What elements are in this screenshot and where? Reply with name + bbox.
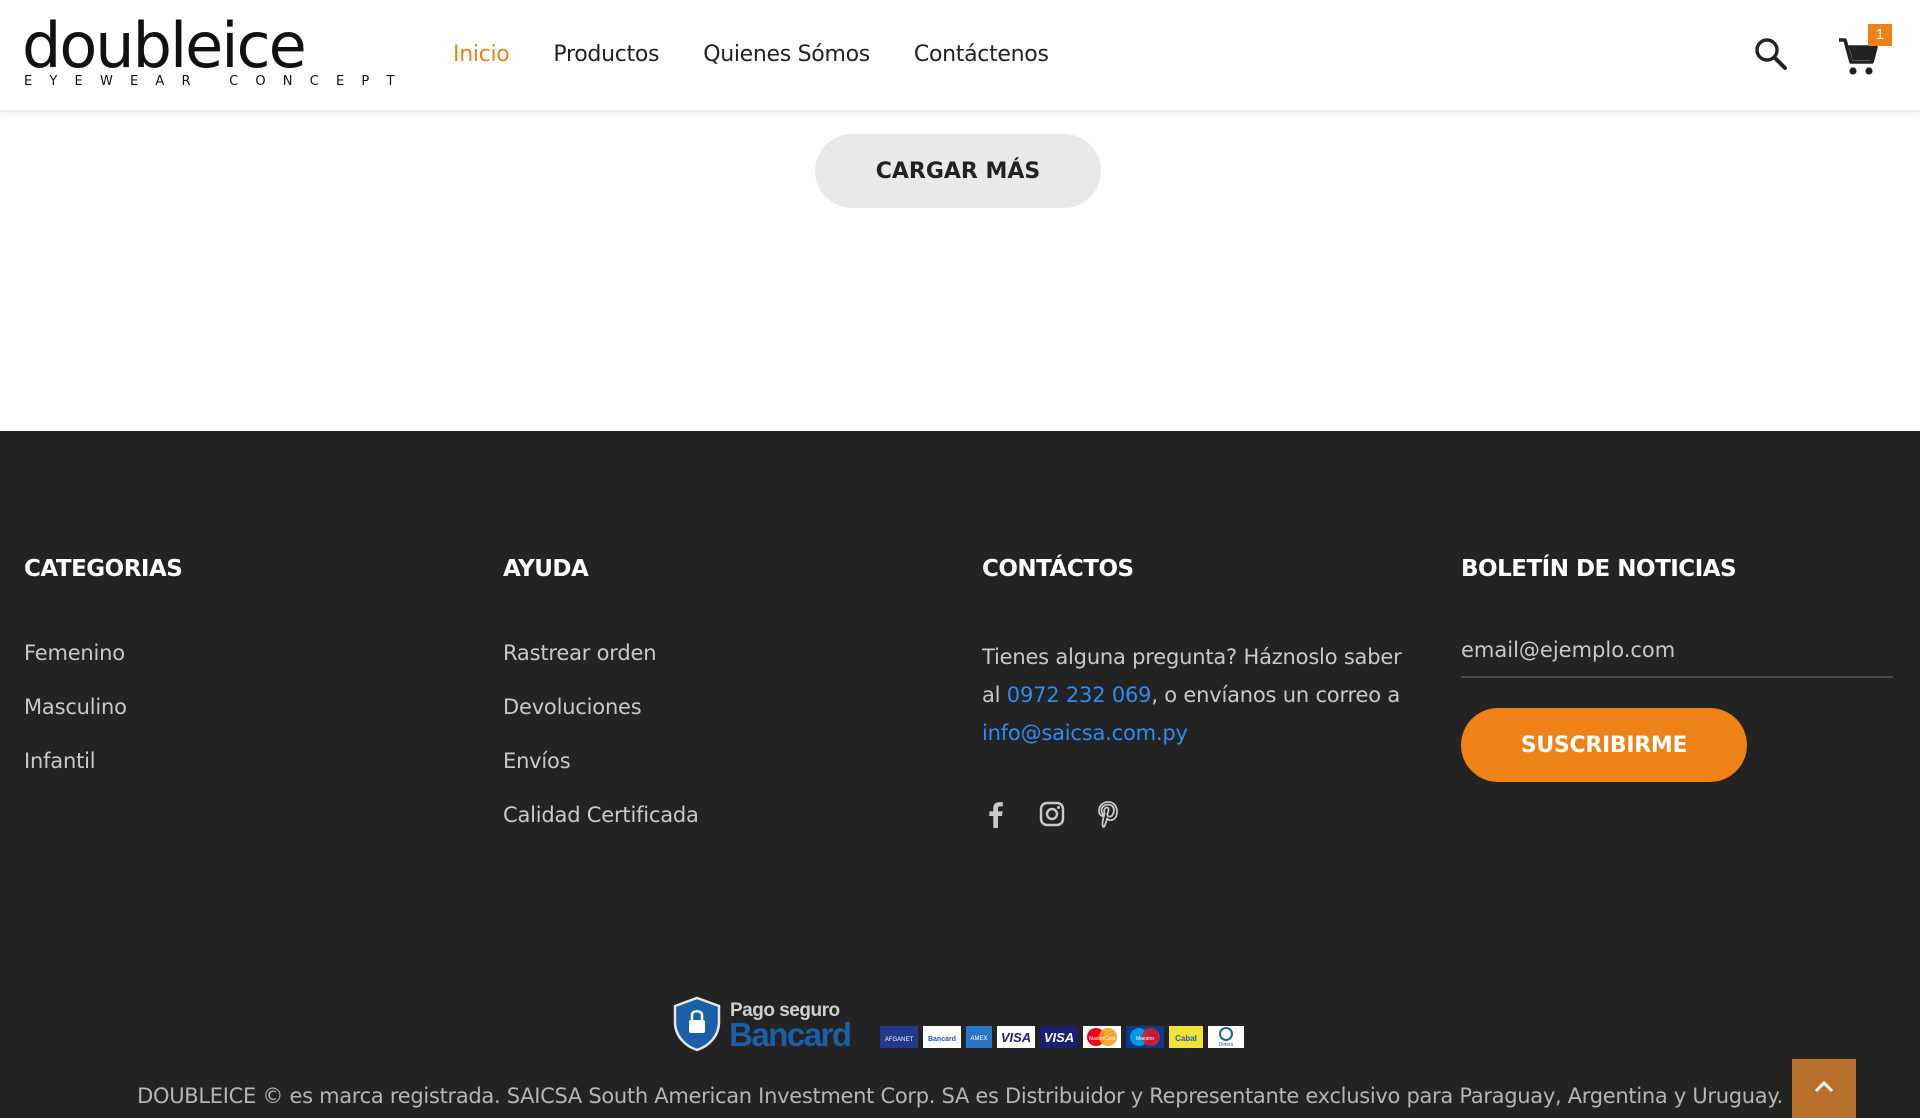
footer-categories-title: CATEGORIAS	[24, 556, 183, 582]
nav-item-inicio[interactable]: Inicio	[453, 40, 510, 70]
svg-text:AFGANET: AFGANET	[885, 1037, 914, 1043]
site-footer: CATEGORIAS Femenino Masculino Infantil A…	[0, 431, 1920, 1118]
footer-link-devoluciones[interactable]: Devoluciones	[503, 692, 699, 722]
facebook-icon[interactable]	[982, 800, 1010, 828]
categories-list: Femenino Masculino Infantil	[24, 638, 182, 776]
footer-link-masculino[interactable]: Masculino	[24, 692, 182, 722]
logo-wordmark: doubleice	[22, 9, 307, 82]
pinterest-icon[interactable]	[1094, 800, 1122, 828]
logo-tagline: EYEWEAR CONCEPT	[24, 74, 412, 89]
footer-help: AYUDA Rastrear orden Devoluciones Envíos…	[503, 554, 699, 854]
svg-text:VISA: VISA	[1001, 1030, 1031, 1045]
footer-categories: CATEGORIAS Femenino Masculino Infantil	[24, 554, 183, 800]
contact-email-link[interactable]: info@saicsa.com.py	[982, 721, 1188, 745]
svg-text:AMEX: AMEX	[970, 1036, 987, 1042]
contact-text: Tienes alguna pregunta? Háznoslo saber a…	[982, 638, 1422, 752]
load-more-button[interactable]: CARGAR MÁS	[815, 134, 1101, 208]
footer-link-femenino[interactable]: Femenino	[24, 638, 182, 668]
chevron-up-icon	[1814, 1080, 1834, 1093]
newsletter-email-input[interactable]	[1461, 634, 1893, 678]
instagram-icon[interactable]	[1038, 800, 1066, 828]
shield-lock-icon	[673, 996, 721, 1052]
subscribe-button[interactable]: SUSCRIBIRME	[1461, 708, 1747, 782]
search-icon[interactable]	[1753, 36, 1789, 72]
svg-text:Maestro: Maestro	[1136, 1036, 1154, 1042]
secure-payment-badges: Pago seguro Bancard AFGANET Bancard AMEX…	[673, 996, 1247, 1053]
footer-link-calidad-certificada[interactable]: Calidad Certificada	[503, 800, 699, 830]
payment-brand-label: Bancard	[729, 1016, 851, 1052]
svg-text:Bancard: Bancard	[928, 1036, 956, 1043]
svg-text:MasterCard: MasterCard	[1089, 1036, 1115, 1042]
svg-text:VISA: VISA	[1044, 1030, 1074, 1045]
contact-phone-link[interactable]: 0972 232 069	[1007, 683, 1152, 707]
nav-item-quienes-somos[interactable]: Quienes Sómos	[703, 40, 870, 70]
brand-logo[interactable]: doubleice EYEWEAR CONCEPT	[22, 9, 412, 90]
footer-newsletter-title: BOLETÍN DE NOTICIAS	[1461, 556, 1737, 582]
scroll-to-top-button[interactable]	[1792, 1059, 1856, 1118]
footer-newsletter: BOLETÍN DE NOTICIAS SUSCRIBIRME	[1461, 554, 1893, 782]
footer-link-infantil[interactable]: Infantil	[24, 746, 182, 776]
copyright-text: DOUBLEICE © es marca registrada. SAICSA …	[137, 1084, 1783, 1108]
nav-item-contactenos[interactable]: Contáctenos	[914, 40, 1049, 70]
footer-contacts: CONTÁCTOS Tienes alguna pregunta? Háznos…	[982, 554, 1422, 828]
help-list: Rastrear orden Devoluciones Envíos Calid…	[503, 638, 699, 830]
contact-text-middle: , o envíanos un correo a	[1151, 683, 1400, 707]
cart-count-badge: 1	[1868, 24, 1892, 46]
footer-help-title: AYUDA	[503, 556, 589, 582]
footer-link-rastrear-orden[interactable]: Rastrear orden	[503, 638, 699, 668]
main-nav: Inicio Productos Quienes Sómos Contácten…	[453, 40, 1093, 70]
footer-contacts-title: CONTÁCTOS	[982, 556, 1134, 582]
svg-text:Cabal: Cabal	[1175, 1034, 1197, 1043]
footer-link-envios[interactable]: Envíos	[503, 746, 699, 776]
svg-text:Diners: Diners	[1219, 1042, 1234, 1048]
social-links	[982, 800, 1422, 828]
site-header: doubleice EYEWEAR CONCEPT Inicio Product…	[0, 0, 1920, 112]
nav-item-productos[interactable]: Productos	[553, 40, 659, 70]
